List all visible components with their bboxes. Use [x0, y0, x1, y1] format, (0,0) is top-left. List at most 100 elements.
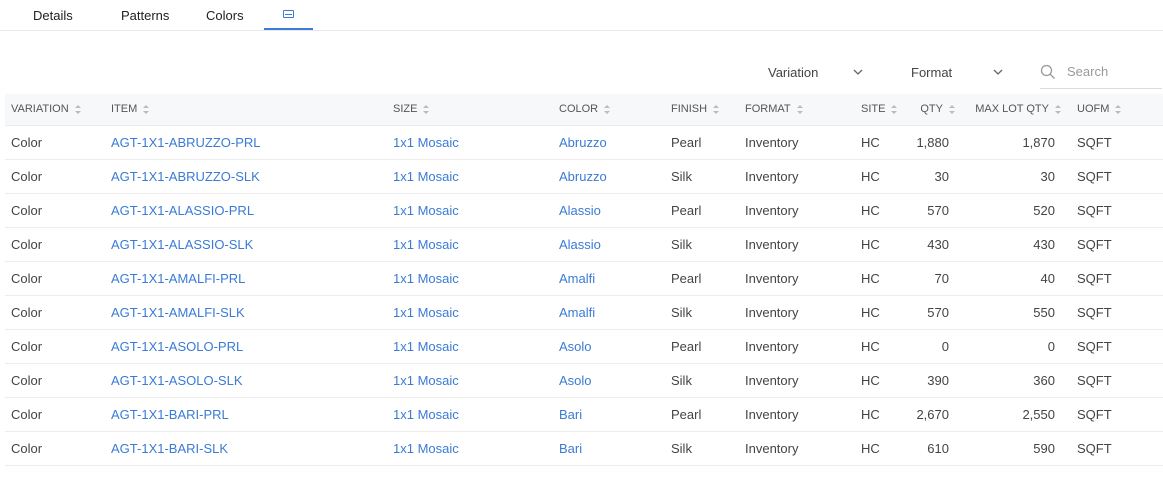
search-icon	[1040, 64, 1055, 79]
col-variation-cell: Color	[5, 329, 105, 364]
table-icon	[283, 10, 294, 18]
sort-icon[interactable]	[1115, 104, 1122, 114]
table-row: Color AGT-1X1-ASOLO-PRL 1x1 Mosaic Asolo Pea…	[5, 329, 1163, 364]
col-size-cell[interactable]: 1x1 Mosaic	[387, 261, 553, 296]
col-item-header[interactable]: ITEM	[105, 94, 387, 126]
col-item-cell[interactable]: AGT-1X1-BARI-PRL	[105, 397, 387, 432]
column-header-label: FORMAT	[745, 103, 791, 116]
col-size-header[interactable]: SIZE	[387, 94, 553, 126]
col-site-cell: HC	[855, 261, 911, 296]
col-item-cell[interactable]: AGT-1X1-AMALFI-PRL	[105, 261, 387, 296]
col-max-lot-qty-cell: 0	[965, 329, 1071, 364]
table-row: Color AGT-1X1-BARI-SLK 1x1 Mosaic Bari Silk I…	[5, 431, 1163, 466]
col-item-cell[interactable]: AGT-1X1-ASOLO-SLK	[105, 363, 387, 398]
col-qty-header[interactable]: QTY	[911, 94, 965, 126]
col-format-cell: Inventory	[739, 261, 855, 296]
tab-details[interactable]: Details	[33, 8, 73, 23]
col-site-cell: HC	[855, 227, 911, 262]
col-qty-cell: 610	[911, 431, 965, 466]
variation-dropdown[interactable]: Variation	[768, 65, 863, 80]
col-color-header[interactable]: COLOR	[553, 94, 665, 126]
col-size-cell[interactable]: 1x1 Mosaic	[387, 363, 553, 398]
col-color-cell[interactable]: Bari	[553, 397, 665, 432]
col-site-cell: HC	[855, 363, 911, 398]
col-size-cell[interactable]: 1x1 Mosaic	[387, 431, 553, 466]
col-color-cell[interactable]: Alassio	[553, 227, 665, 262]
col-max-lot-qty-cell: 1,870	[965, 125, 1071, 160]
col-site-cell: HC	[855, 295, 911, 330]
col-size-cell[interactable]: 1x1 Mosaic	[387, 397, 553, 432]
col-size-cell[interactable]: 1x1 Mosaic	[387, 125, 553, 160]
col-color-cell[interactable]: Asolo	[553, 363, 665, 398]
col-size-cell[interactable]: 1x1 Mosaic	[387, 193, 553, 228]
col-item-cell[interactable]: AGT-1X1-BARI-SLK	[105, 431, 387, 466]
table-row: Color AGT-1X1-ABRUZZO-PRL 1x1 Mosaic Abruzz…	[5, 125, 1163, 160]
col-color-cell[interactable]: Amalfi	[553, 295, 665, 330]
table-row: Color AGT-1X1-ABRUZZO-SLK 1x1 Mosaic Abruzz…	[5, 159, 1163, 194]
col-size-cell[interactable]: 1x1 Mosaic	[387, 295, 553, 330]
col-color-cell[interactable]: Bari	[553, 431, 665, 466]
sort-icon[interactable]	[949, 104, 955, 114]
tab-colors[interactable]: Colors	[206, 8, 244, 23]
col-size-cell[interactable]: 1x1 Mosaic	[387, 159, 553, 194]
col-format-cell: Inventory	[739, 329, 855, 364]
sort-icon[interactable]	[796, 104, 803, 114]
col-color-cell[interactable]: Asolo	[553, 329, 665, 364]
sort-icon[interactable]	[604, 104, 611, 114]
col-site-cell: HC	[855, 125, 911, 160]
col-site-cell: HC	[855, 397, 911, 432]
col-qty-cell: 390	[911, 363, 965, 398]
format-dropdown-label: Format	[911, 65, 953, 80]
col-site-header[interactable]: SITE	[855, 94, 911, 126]
table-row: Color AGT-1X1-ASOLO-SLK 1x1 Mosaic Asolo Sil…	[5, 363, 1163, 398]
col-size-cell[interactable]: 1x1 Mosaic	[387, 227, 553, 262]
sort-icon[interactable]	[143, 104, 150, 114]
sort-icon[interactable]	[423, 104, 430, 114]
col-color-cell[interactable]: Abruzzo	[553, 125, 665, 160]
sort-icon[interactable]	[1055, 104, 1061, 114]
col-site-cell: HC	[855, 193, 911, 228]
col-finish-cell: Pearl	[665, 125, 739, 160]
col-item-cell[interactable]: AGT-1X1-ALASSIO-SLK	[105, 227, 387, 262]
col-qty-cell: 570	[911, 295, 965, 330]
col-variation-cell: Color	[5, 159, 105, 194]
col-uofm-cell: SQFT	[1071, 227, 1163, 262]
col-qty-cell: 430	[911, 227, 965, 262]
table-row: Color AGT-1X1-AMALFI-SLK 1x1 Mosaic Amalfi S…	[5, 295, 1163, 330]
col-finish-cell: Pearl	[665, 193, 739, 228]
column-header-label: FINISH	[671, 103, 708, 116]
sort-icon[interactable]	[713, 104, 720, 114]
col-uofm-header[interactable]: UOFM	[1071, 94, 1163, 126]
col-color-cell[interactable]: Abruzzo	[553, 159, 665, 194]
col-color-cell[interactable]: Amalfi	[553, 261, 665, 296]
col-format-cell: Inventory	[739, 363, 855, 398]
col-qty-cell: 30	[911, 159, 965, 194]
chevron-down-icon	[853, 69, 863, 75]
col-variation-header[interactable]: VARIATION	[5, 94, 105, 126]
col-item-cell[interactable]: AGT-1X1-ABRUZZO-PRL	[105, 125, 387, 160]
sort-icon[interactable]	[74, 104, 81, 114]
col-size-cell[interactable]: 1x1 Mosaic	[387, 329, 553, 364]
format-dropdown[interactable]: Format	[911, 65, 1003, 80]
col-site-cell: HC	[855, 159, 911, 194]
col-finish-cell: Silk	[665, 159, 739, 194]
tab-patterns[interactable]: Patterns	[121, 8, 169, 23]
column-header-label: SIZE	[393, 103, 418, 116]
column-header-label: UOFM	[1077, 103, 1110, 116]
col-item-cell[interactable]: AGT-1X1-ALASSIO-PRL	[105, 193, 387, 228]
col-finish-cell: Silk	[665, 363, 739, 398]
col-format-header[interactable]: FORMAT	[739, 94, 855, 126]
col-max-lot-qty-header[interactable]: MAX LOT QTY	[965, 94, 1071, 126]
col-uofm-cell: SQFT	[1071, 295, 1163, 330]
col-qty-cell: 70	[911, 261, 965, 296]
col-item-cell[interactable]: AGT-1X1-ASOLO-PRL	[105, 329, 387, 364]
table-body: Color AGT-1X1-ABRUZZO-PRL 1x1 Mosaic Abruzz…	[5, 125, 1163, 466]
search-input[interactable]	[1067, 64, 1157, 79]
col-color-cell[interactable]: Alassio	[553, 193, 665, 228]
sort-icon[interactable]	[891, 104, 898, 114]
col-finish-header[interactable]: FINISH	[665, 94, 739, 126]
table-row: Color AGT-1X1-BARI-PRL 1x1 Mosaic Bari Pearl…	[5, 397, 1163, 432]
col-item-cell[interactable]: AGT-1X1-AMALFI-SLK	[105, 295, 387, 330]
tab-table-view[interactable]	[264, 0, 313, 30]
col-item-cell[interactable]: AGT-1X1-ABRUZZO-SLK	[105, 159, 387, 194]
